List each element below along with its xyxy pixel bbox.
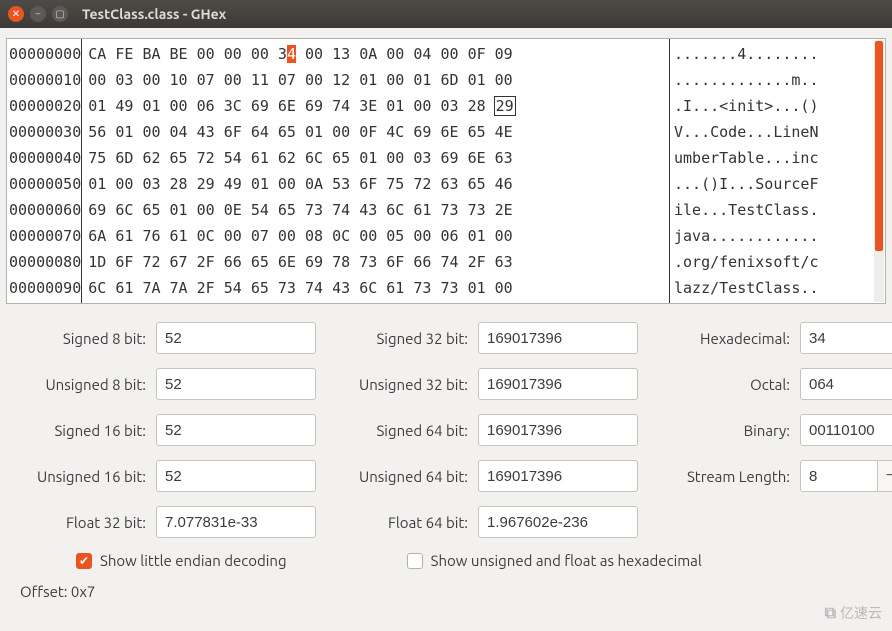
scroll-thumb[interactable] — [875, 41, 883, 251]
maximize-icon[interactable]: ▢ — [52, 6, 68, 22]
label-octal: Octal: — [644, 376, 794, 393]
watermark-text: 亿速云 — [840, 603, 882, 623]
input-unsigned-16[interactable] — [156, 460, 316, 492]
label-unsigned-16: Unsigned 16 bit: — [10, 468, 150, 485]
offset-cell: 00000060 — [9, 197, 81, 223]
inspector-grid: Signed 8 bit: Signed 32 bit: Hexadecimal… — [6, 322, 886, 538]
input-hexadecimal[interactable] — [800, 322, 892, 354]
input-signed-32[interactable] — [478, 322, 638, 354]
hex-viewer[interactable]: 0000000000000010000000200000003000000040… — [6, 38, 886, 304]
input-float-32[interactable] — [156, 506, 316, 538]
check-icon — [407, 553, 423, 569]
hex-row[interactable]: 6A 61 76 61 0C 00 07 00 08 0C 00 05 00 0… — [88, 223, 665, 249]
label-signed-32: Signed 32 bit: — [322, 330, 472, 347]
hex-row[interactable]: 01 49 01 00 06 3C 69 6E 69 74 3E 01 00 0… — [88, 93, 665, 119]
input-unsigned-8[interactable] — [156, 368, 316, 400]
label-unsigned-64: Unsigned 64 bit: — [322, 468, 472, 485]
offset-cell: 00000050 — [9, 171, 81, 197]
input-unsigned-64[interactable] — [478, 460, 638, 492]
ascii-row[interactable]: ile...TestClass. — [674, 197, 883, 223]
checkbox-little-endian[interactable]: ✔ Show little endian decoding — [76, 552, 287, 569]
hex-row[interactable]: CA FE BA BE 00 00 00 34 00 13 0A 00 04 0… — [88, 41, 665, 67]
window-title: TestClass.class - GHex — [82, 6, 226, 22]
label-signed-8: Signed 8 bit: — [10, 330, 150, 347]
offset-cell: 00000090 — [9, 275, 81, 301]
label-unsigned-8: Unsigned 8 bit: — [10, 376, 150, 393]
checkbox-row: ✔ Show little endian decoding Show unsig… — [6, 552, 886, 569]
input-float-64[interactable] — [478, 506, 638, 538]
input-stream-length[interactable] — [800, 460, 878, 492]
input-signed-64[interactable] — [478, 414, 638, 446]
ascii-row[interactable]: V...Code...LineN — [674, 119, 883, 145]
ascii-row[interactable]: .I...<init>...() — [674, 93, 883, 119]
offset-status: Offset: 0x7 — [6, 583, 886, 600]
offset-cell: 00000000 — [9, 41, 81, 67]
input-signed-8[interactable] — [156, 322, 316, 354]
offset-cell: 00000010 — [9, 67, 81, 93]
ascii-column[interactable]: .......4.....................m...I...<in… — [670, 39, 885, 303]
ascii-row[interactable]: .......4........ — [674, 41, 883, 67]
close-icon[interactable]: ✕ — [8, 6, 24, 22]
input-octal[interactable] — [800, 368, 892, 400]
label-signed-64: Signed 64 bit: — [322, 422, 472, 439]
ascii-row[interactable]: .org/fenixsoft/c — [674, 249, 883, 275]
ascii-row[interactable]: ...()I...SourceF — [674, 171, 883, 197]
label-binary: Binary: — [644, 422, 794, 439]
offset-cell: 00000020 — [9, 93, 81, 119]
hex-row[interactable]: 00 03 00 10 07 00 11 07 00 12 01 00 01 6… — [88, 67, 665, 93]
check-icon: ✔ — [76, 553, 92, 569]
watermark-icon: ⧉ — [825, 604, 836, 623]
hex-row[interactable]: 69 6C 65 01 00 0E 54 65 73 74 43 6C 61 7… — [88, 197, 665, 223]
hex-bytes-column[interactable]: CA FE BA BE 00 00 00 34 00 13 0A 00 04 0… — [82, 39, 670, 303]
hex-row[interactable]: 01 00 03 28 29 49 01 00 0A 53 6F 75 72 6… — [88, 171, 665, 197]
ascii-row[interactable]: java............ — [674, 223, 883, 249]
input-unsigned-32[interactable] — [478, 368, 638, 400]
offset-cell: 00000080 — [9, 249, 81, 275]
minimize-icon[interactable]: – — [30, 6, 46, 22]
ascii-row[interactable]: umberTable...inc — [674, 145, 883, 171]
label-signed-16: Signed 16 bit: — [10, 422, 150, 439]
checkbox-unsigned-hex[interactable]: Show unsigned and float as hexadecimal — [407, 552, 702, 569]
ascii-row[interactable]: .............m.. — [674, 67, 883, 93]
stream-length-minus[interactable]: − — [878, 460, 892, 492]
titlebar: ✕ – ▢ TestClass.class - GHex — [0, 0, 892, 28]
input-binary[interactable] — [800, 414, 892, 446]
label-hexadecimal: Hexadecimal: — [644, 330, 794, 347]
stream-length-spinner[interactable]: − + — [800, 460, 892, 492]
input-signed-16[interactable] — [156, 414, 316, 446]
watermark: ⧉ 亿速云 — [825, 603, 882, 623]
hex-row[interactable]: 75 6D 62 65 72 54 61 62 6C 65 01 00 03 6… — [88, 145, 665, 171]
checkbox-little-endian-label: Show little endian decoding — [100, 552, 287, 569]
scrollbar[interactable] — [874, 40, 884, 302]
ascii-row[interactable]: lazz/TestClass.. — [674, 275, 883, 301]
hex-row[interactable]: 6C 61 7A 7A 2F 54 65 73 74 43 6C 61 73 7… — [88, 275, 665, 301]
label-stream-length: Stream Length: — [644, 468, 794, 485]
hex-row[interactable]: 56 01 00 04 43 6F 64 65 01 00 0F 4C 69 6… — [88, 119, 665, 145]
hex-row[interactable]: 1D 6F 72 67 2F 66 65 6E 69 78 73 6F 66 7… — [88, 249, 665, 275]
label-float-64: Float 64 bit: — [322, 514, 472, 531]
offset-column: 0000000000000010000000200000003000000040… — [7, 39, 82, 303]
offset-cell: 00000040 — [9, 145, 81, 171]
offset-cell: 00000030 — [9, 119, 81, 145]
content-area: 0000000000000010000000200000003000000040… — [0, 28, 892, 606]
label-float-32: Float 32 bit: — [10, 514, 150, 531]
label-unsigned-32: Unsigned 32 bit: — [322, 376, 472, 393]
checkbox-unsigned-hex-label: Show unsigned and float as hexadecimal — [431, 552, 702, 569]
offset-cell: 00000070 — [9, 223, 81, 249]
